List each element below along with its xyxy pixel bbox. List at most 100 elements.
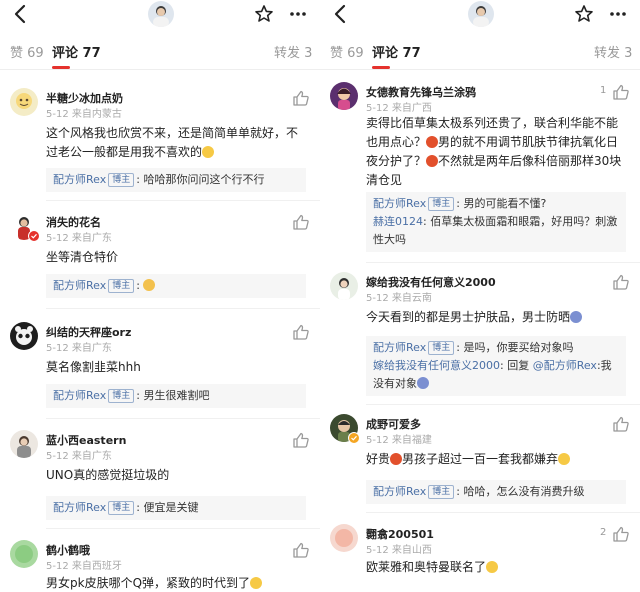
reply-author[interactable]: 配方师Rex — [373, 341, 426, 354]
reply-author[interactable]: 配方师Rex — [373, 485, 426, 498]
username[interactable]: 嫁给我没有任何意义2000 — [366, 274, 496, 290]
laugh-emoji-icon — [558, 453, 571, 465]
star-icon[interactable] — [574, 4, 594, 24]
comment-meta: 5-12 来自广西 — [366, 103, 432, 114]
reply-author[interactable]: 配方师Rex — [373, 197, 426, 210]
comment-meta: 5-12 来自福建 — [366, 435, 432, 446]
tab-comments[interactable]: 评论 77 — [52, 42, 101, 61]
username[interactable]: 女德教育先锋乌兰涂鸦 — [366, 84, 476, 100]
divider — [366, 404, 640, 405]
top-bar — [0, 0, 320, 30]
more-icon[interactable] — [288, 4, 308, 24]
divider — [366, 512, 640, 513]
comment-text: 卖得比佰草集太极系列还贵了，联合利华能不能也用点心？ 男的就不用调节肌肤节律抗氧化… — [366, 116, 622, 187]
comment-text: 今天看到的都是男士护肤品，男士防晒 — [366, 308, 624, 327]
more-icon[interactable] — [608, 4, 628, 24]
reply-text: : — [136, 279, 144, 292]
like-icon[interactable] — [292, 90, 310, 106]
avatar[interactable] — [330, 272, 358, 300]
comment-meta: 5-12 来自云南 — [366, 293, 432, 304]
reply-text: : 哈哈那你问问这个行不行 — [136, 173, 265, 186]
comment-text: UNO真的感觉挺垃圾的 — [46, 468, 170, 482]
reply-box[interactable]: 配方师Rex 博主: 哈哈那你问问这个行不行 — [46, 168, 306, 192]
top-bar — [320, 0, 640, 30]
like-icon[interactable] — [612, 274, 630, 290]
reply-box[interactable]: 配方师Rex 博主: 哈哈，怎么没有消费升级 — [366, 480, 626, 504]
divider — [46, 528, 320, 529]
like-icon[interactable] — [292, 542, 310, 558]
reply-author[interactable]: 赫连0124 — [373, 215, 423, 228]
like-icon[interactable] — [612, 526, 630, 542]
reply-line: 配方师Rex 博主: 是吗，你要买给对象吗 — [373, 339, 619, 357]
reply-text: : 回复 — [500, 359, 533, 372]
comment-text: 好贵 男孩子超过一百一套我都嫌弃 — [366, 450, 624, 469]
username[interactable]: 蓝小西eastern — [46, 432, 126, 448]
verified-badge-icon — [348, 432, 360, 444]
verified-badge-icon — [28, 230, 40, 242]
reply-text: : 男的可能看不懂? — [456, 197, 547, 210]
blogger-badge: 博主 — [428, 341, 455, 355]
avatar[interactable] — [10, 540, 38, 568]
blogger-avatar[interactable] — [468, 1, 494, 27]
username[interactable]: 成野可爱多 — [366, 416, 421, 432]
comment-meta: 5-12 来自广东 — [46, 343, 112, 354]
comment-meta: 5-12 来自内蒙古 — [46, 109, 122, 120]
reply-author[interactable]: 配方师Rex — [53, 173, 106, 186]
avatar[interactable] — [330, 524, 358, 552]
tab-comments[interactable]: 评论 77 — [372, 42, 421, 61]
reply-box[interactable]: 配方师Rex 博主: 男的可能看不懂? 赫连0124: 佰草集太极面霜和眼霜，好用… — [366, 192, 626, 252]
like-icon[interactable] — [612, 416, 630, 432]
laugh-emoji-icon — [486, 561, 499, 573]
avatar[interactable] — [10, 322, 38, 350]
username[interactable]: 翾翕200501 — [366, 526, 434, 542]
screen: 赞 69 评论 77 转发 3 半糖少冰加点奶 5-12 来自内蒙古 这个风格我… — [0, 0, 640, 592]
mention-link[interactable]: @配方师Rex — [533, 359, 597, 372]
divider — [46, 200, 320, 201]
tab-likes[interactable]: 赞 69 — [10, 42, 44, 61]
tab-reposts[interactable]: 转发 3 — [594, 42, 632, 61]
username[interactable]: 半糖少冰加点奶 — [46, 90, 123, 106]
reply-text: : 是吗，你要买给对象吗 — [456, 341, 574, 354]
tab-bar: 赞 69 评论 77 转发 3 — [320, 34, 640, 70]
star-icon[interactable] — [254, 4, 274, 24]
blogger-badge: 博主 — [108, 501, 135, 515]
like-icon[interactable] — [292, 324, 310, 340]
username[interactable]: 鹤小鹤哦 — [46, 542, 90, 558]
doge-emoji-icon — [143, 279, 156, 291]
tab-reposts[interactable]: 转发 3 — [274, 42, 312, 61]
reply-box[interactable]: 配方师Rex 博主: 是吗，你要买给对象吗 嫁给我没有任何意义2000: 回复 @… — [366, 336, 626, 396]
avatar[interactable] — [10, 430, 38, 458]
blogger-badge: 博主 — [108, 279, 135, 293]
reply-author[interactable]: 嫁给我没有任何意义2000 — [373, 359, 500, 372]
back-icon[interactable] — [10, 3, 32, 25]
avatar[interactable] — [330, 82, 358, 110]
back-icon[interactable] — [330, 3, 352, 25]
tab-active-indicator — [372, 66, 390, 69]
comment-text: 莫名像割韭菜hhh — [46, 360, 141, 374]
tab-likes[interactable]: 赞 69 — [330, 42, 364, 61]
blogger-avatar[interactable] — [148, 1, 174, 27]
divider — [46, 308, 320, 309]
comment-text: 欧莱雅和奥特曼联名了 — [366, 558, 624, 577]
comment-meta: 5-12 来自广东 — [46, 451, 112, 462]
reply-author[interactable]: 配方师Rex — [53, 279, 106, 292]
like-icon[interactable] — [292, 214, 310, 230]
reply-line: 赫连0124: 佰草集太极面霜和眼霜，好用吗？刺激性大吗 — [373, 213, 619, 249]
comment-text: 男女pk皮肤哪个Q弹，紧致的时代到了 — [46, 574, 304, 592]
blogger-badge: 博主 — [428, 485, 455, 499]
username[interactable]: 纠结的天秤座orz — [46, 324, 131, 340]
reply-author[interactable]: 配方师Rex — [53, 389, 106, 402]
blogger-badge: 博主 — [108, 173, 135, 187]
crying-emoji-icon — [417, 377, 429, 389]
tab-bar: 赞 69 评论 77 转发 3 — [0, 34, 320, 70]
reply-box[interactable]: 配方师Rex 博主: 男生很难割吧 — [46, 384, 306, 408]
divider — [366, 262, 640, 263]
reply-box[interactable]: 配方师Rex 博主: — [46, 274, 306, 298]
like-icon[interactable] — [292, 432, 310, 448]
username[interactable]: 消失的花名 — [46, 214, 101, 230]
angry-emoji-icon — [426, 136, 439, 148]
reply-box[interactable]: 配方师Rex 博主: 便宜是关键 — [46, 496, 306, 520]
like-icon[interactable] — [612, 84, 630, 100]
avatar[interactable] — [10, 88, 38, 116]
reply-author[interactable]: 配方师Rex — [53, 501, 106, 514]
